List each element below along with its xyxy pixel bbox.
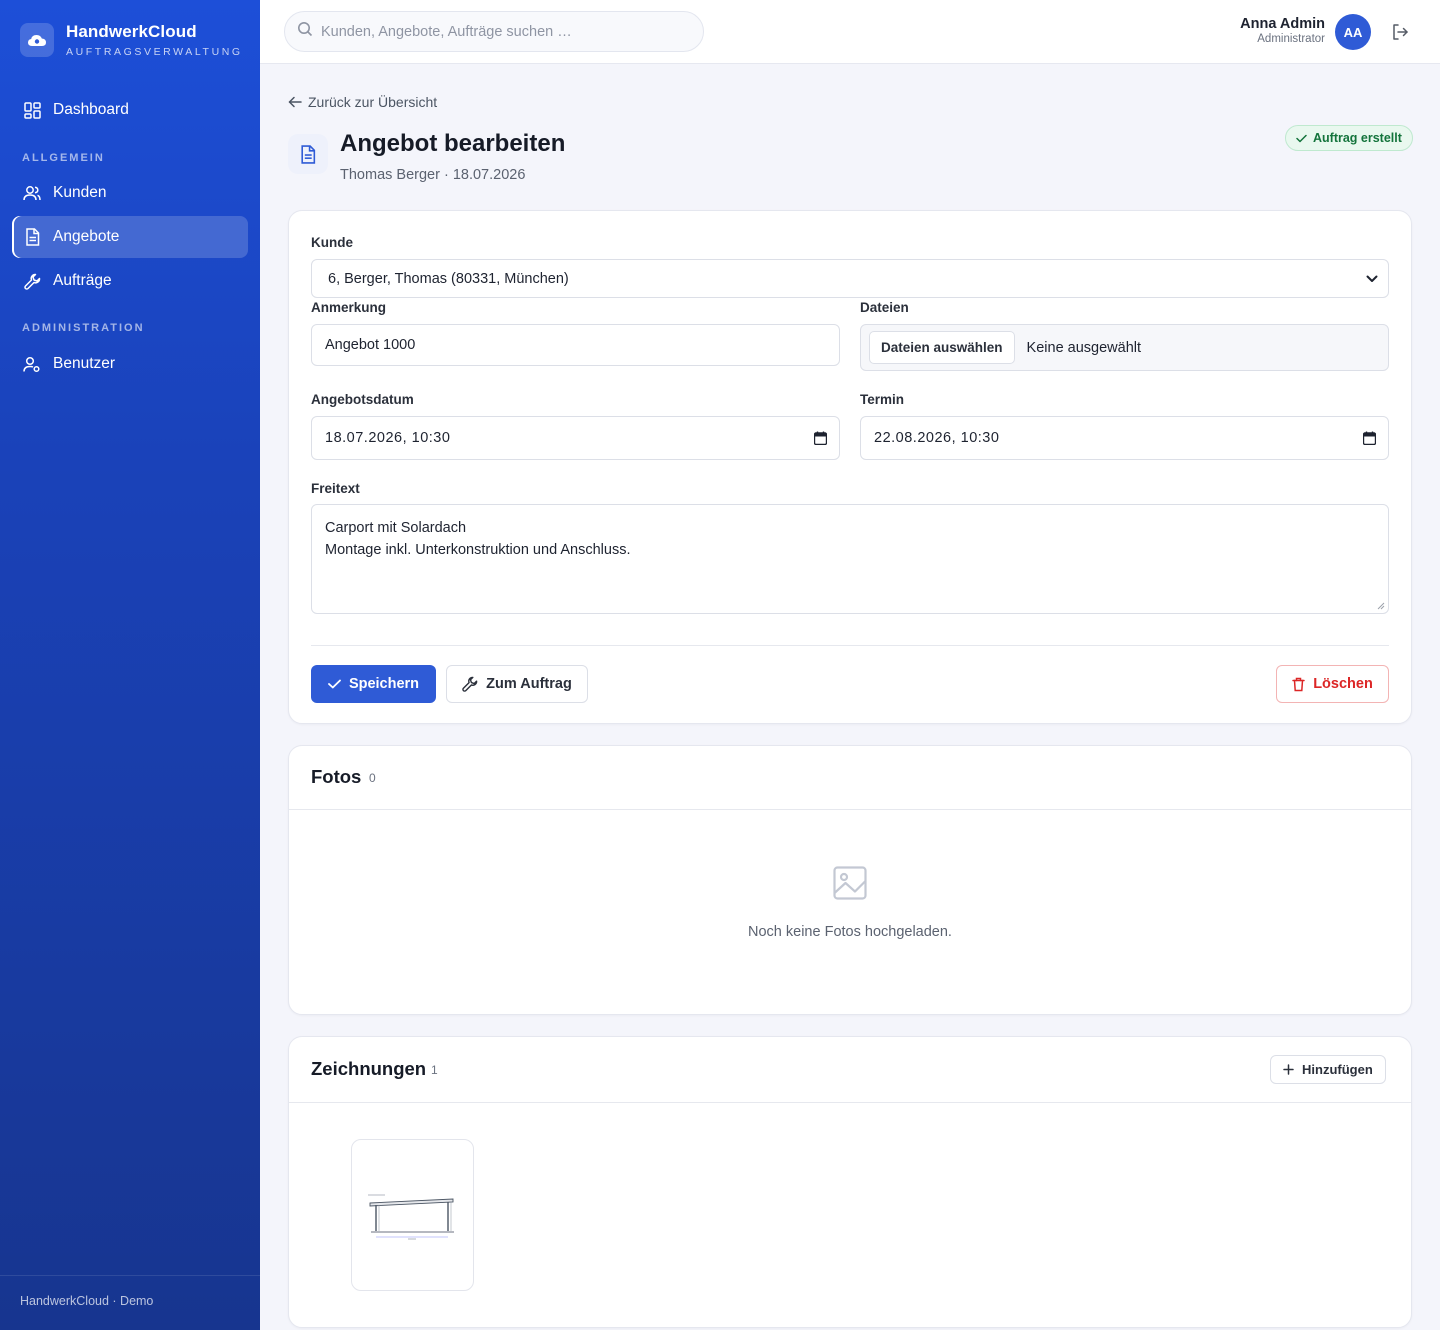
save-button-label: Speichern: [348, 676, 420, 692]
drawing-thumbnail[interactable]: [351, 1139, 474, 1291]
calendar-icon[interactable]: [814, 431, 827, 445]
offer-date-value: 18.07.2026, 10:30: [325, 430, 451, 446]
plus-icon: [1283, 1064, 1294, 1075]
drawings-title: Zeichnungen: [311, 1058, 427, 1079]
sidebar-footer: HandwerkCloud · Demo: [0, 1275, 260, 1330]
users-icon: [23, 184, 41, 202]
files-label: Dateien: [860, 300, 909, 315]
save-button[interactable]: Speichern: [311, 665, 436, 703]
sidebar-item-dashboard[interactable]: Dashboard: [12, 89, 248, 131]
freetext-line: Carport mit Solardach: [325, 520, 467, 536]
drawings-count: 1: [431, 1063, 438, 1077]
sidebar-item-offers[interactable]: Angebote: [12, 216, 248, 258]
appointment-label: Termin: [860, 392, 905, 407]
files-status: Keine ausgewählt: [1026, 339, 1142, 356]
customer-select[interactable]: 6, Berger, Thomas (80331, München): [311, 259, 1389, 298]
sidebar-item-label: Dashboard: [53, 101, 129, 118]
status-badge: Auftrag erstellt: [1285, 125, 1413, 151]
back-link[interactable]: Zurück zur Übersicht: [288, 94, 437, 110]
dashboard-icon: [23, 101, 41, 119]
logout-icon[interactable]: [1390, 22, 1410, 42]
note-label: Anmerkung: [311, 300, 387, 315]
search-input[interactable]: [321, 23, 691, 40]
add-drawing-button[interactable]: Hinzufügen: [1270, 1055, 1386, 1084]
offer-date-input[interactable]: 18.07.2026, 10:30: [311, 416, 840, 460]
image-icon: [833, 866, 867, 905]
sidebar-item-orders[interactable]: Aufträge: [12, 260, 248, 302]
status-badge-label: Auftrag erstellt: [1313, 131, 1402, 145]
brand-name: HandwerkCloud: [66, 22, 197, 41]
user-info[interactable]: Anna Admin Administrator: [1240, 16, 1325, 45]
carport-drawing-image: [368, 1194, 454, 1240]
nav-section-general: ALLGEMEIN: [22, 152, 105, 164]
sidebar-item-users[interactable]: Benutzer: [12, 343, 248, 385]
search-icon: [297, 21, 313, 42]
freetext-textarea[interactable]: Carport mit Solardach Montage inkl. Unte…: [311, 504, 1389, 614]
check-icon: [1296, 134, 1307, 142]
choose-files-button[interactable]: Dateien auswählen: [869, 331, 1015, 364]
freetext-label: Freitext: [311, 481, 360, 496]
offer-form-card: Kunde 6, Berger, Thomas (80331, München)…: [288, 210, 1412, 724]
sidebar-item-label: Angebote: [53, 228, 120, 245]
cloud-icon: [20, 23, 54, 57]
brand-subtitle: AUFTRAGSVERWALTUNG: [66, 46, 243, 58]
freetext-line: Montage inkl. Unterkonstruktion und Ansc…: [325, 542, 631, 558]
wrench-icon: [462, 676, 478, 692]
photos-title: Fotos: [311, 766, 362, 787]
document-icon: [288, 134, 328, 174]
nav-section-admin: ADMINISTRATION: [22, 322, 145, 334]
drawings-header: [289, 1037, 1411, 1103]
topbar: Anna Admin Administrator AA: [260, 0, 1440, 64]
search-box[interactable]: [284, 11, 704, 52]
appointment-value: 22.08.2026, 10:30: [874, 430, 1000, 446]
photos-count: 0: [369, 771, 376, 785]
add-drawing-button-label: Hinzufügen: [1302, 1062, 1373, 1077]
offer-date-label: Angebotsdatum: [311, 392, 414, 407]
sidebar-item-label: Kunden: [53, 184, 107, 201]
photos-empty-text: Noch keine Fotos hochgeladen.: [748, 924, 952, 940]
page-title: Angebot bearbeiten: [340, 130, 566, 157]
customer-label: Kunde: [311, 235, 353, 250]
user-role: Administrator: [1257, 33, 1325, 45]
brand[interactable]: HandwerkCloud AUFTRAGSVERWALTUNG: [20, 22, 243, 58]
resize-handle-icon[interactable]: [1377, 602, 1385, 610]
page-subtitle: Thomas Berger · 18.07.2026: [340, 167, 526, 183]
document-icon: [23, 228, 41, 246]
delete-button[interactable]: Löschen: [1276, 665, 1389, 703]
sidebar: HandwerkCloud AUFTRAGSVERWALTUNG Dashboa…: [0, 0, 260, 1330]
check-icon: [328, 679, 341, 689]
photos-card: Fotos 0 Noch keine Fotos hochgeladen.: [288, 745, 1412, 1015]
calendar-icon[interactable]: [1363, 431, 1376, 445]
sidebar-item-label: Benutzer: [53, 355, 116, 372]
appointment-input[interactable]: 22.08.2026, 10:30: [860, 416, 1389, 460]
note-input[interactable]: Angebot 1000: [311, 324, 840, 366]
to-order-button[interactable]: Zum Auftrag: [446, 665, 588, 703]
customer-select-value: 6, Berger, Thomas (80331, München): [328, 270, 569, 287]
form-divider: [311, 645, 1389, 646]
to-order-button-label: Zum Auftrag: [486, 676, 572, 692]
chevron-down-icon: [1366, 275, 1378, 283]
back-link-label: Zurück zur Übersicht: [308, 94, 438, 110]
photos-header: [289, 746, 1411, 810]
file-input[interactable]: Dateien auswählen Keine ausgewählt: [860, 324, 1389, 371]
sidebar-item-label: Aufträge: [53, 272, 112, 289]
user-name: Anna Admin: [1240, 16, 1325, 32]
delete-button-label: Löschen: [1313, 676, 1373, 692]
trash-icon: [1292, 677, 1305, 692]
user-settings-icon: [23, 355, 41, 373]
drawings-card: Zeichnungen 1 Hinzufügen: [288, 1036, 1412, 1328]
avatar[interactable]: AA: [1335, 14, 1371, 50]
sidebar-item-customers[interactable]: Kunden: [12, 172, 248, 214]
wrench-icon: [23, 272, 41, 290]
arrow-left-icon: [288, 96, 302, 108]
